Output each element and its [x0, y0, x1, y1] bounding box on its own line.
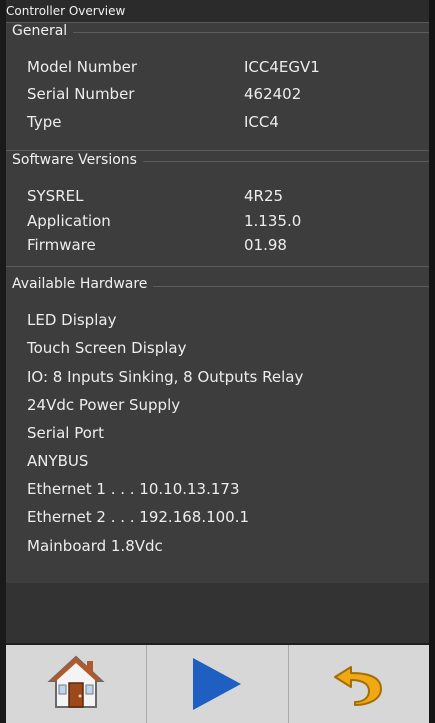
page-title: Controller Overview	[6, 4, 126, 18]
back-button[interactable]	[289, 645, 429, 723]
play-icon	[193, 658, 242, 710]
application-value: 1.135.0	[244, 212, 302, 230]
hardware-item: IO: 8 Inputs Sinking, 8 Outputs Relay	[27, 368, 304, 386]
controller-overview-screen: Controller Overview General Model Number…	[0, 0, 435, 723]
firmware-value: 01.98	[244, 236, 287, 254]
right-border	[429, 0, 435, 723]
sysrel-value: 4R25	[244, 187, 284, 205]
home-button[interactable]	[6, 645, 148, 723]
play-button[interactable]	[147, 645, 289, 723]
hardware-header: Available Hardware	[12, 276, 154, 292]
serial-number-value: 462402	[244, 85, 302, 103]
hardware-item: Mainboard 1.8Vdc	[27, 537, 163, 555]
application-label: Application	[27, 212, 111, 230]
home-icon	[47, 653, 105, 715]
panel-divider	[12, 32, 429, 33]
software-header: Software Versions	[12, 152, 143, 168]
type-label: Type	[27, 113, 62, 131]
model-number-label: Model Number	[27, 58, 138, 76]
firmware-label: Firmware	[27, 236, 96, 254]
undo-arrow-icon	[329, 657, 389, 711]
general-header: General	[12, 23, 74, 39]
hardware-item: LED Display	[27, 311, 117, 329]
type-value: ICC4	[244, 113, 279, 131]
model-number-value: ICC4EGV1	[244, 58, 320, 76]
hardware-item: ANYBUS	[27, 452, 89, 470]
bottom-toolbar	[6, 645, 429, 723]
hardware-item: Touch Screen Display	[27, 339, 187, 357]
empty-area	[6, 583, 429, 643]
hardware-item: Ethernet 2 . . . 192.168.100.1	[27, 508, 250, 526]
hardware-item: Serial Port	[27, 424, 104, 442]
serial-number-label: Serial Number	[27, 85, 135, 103]
hardware-item: Ethernet 1 . . . 10.10.13.173	[27, 480, 240, 498]
hardware-item: 24Vdc Power Supply	[27, 396, 181, 414]
sysrel-label: SYSREL	[27, 187, 84, 205]
